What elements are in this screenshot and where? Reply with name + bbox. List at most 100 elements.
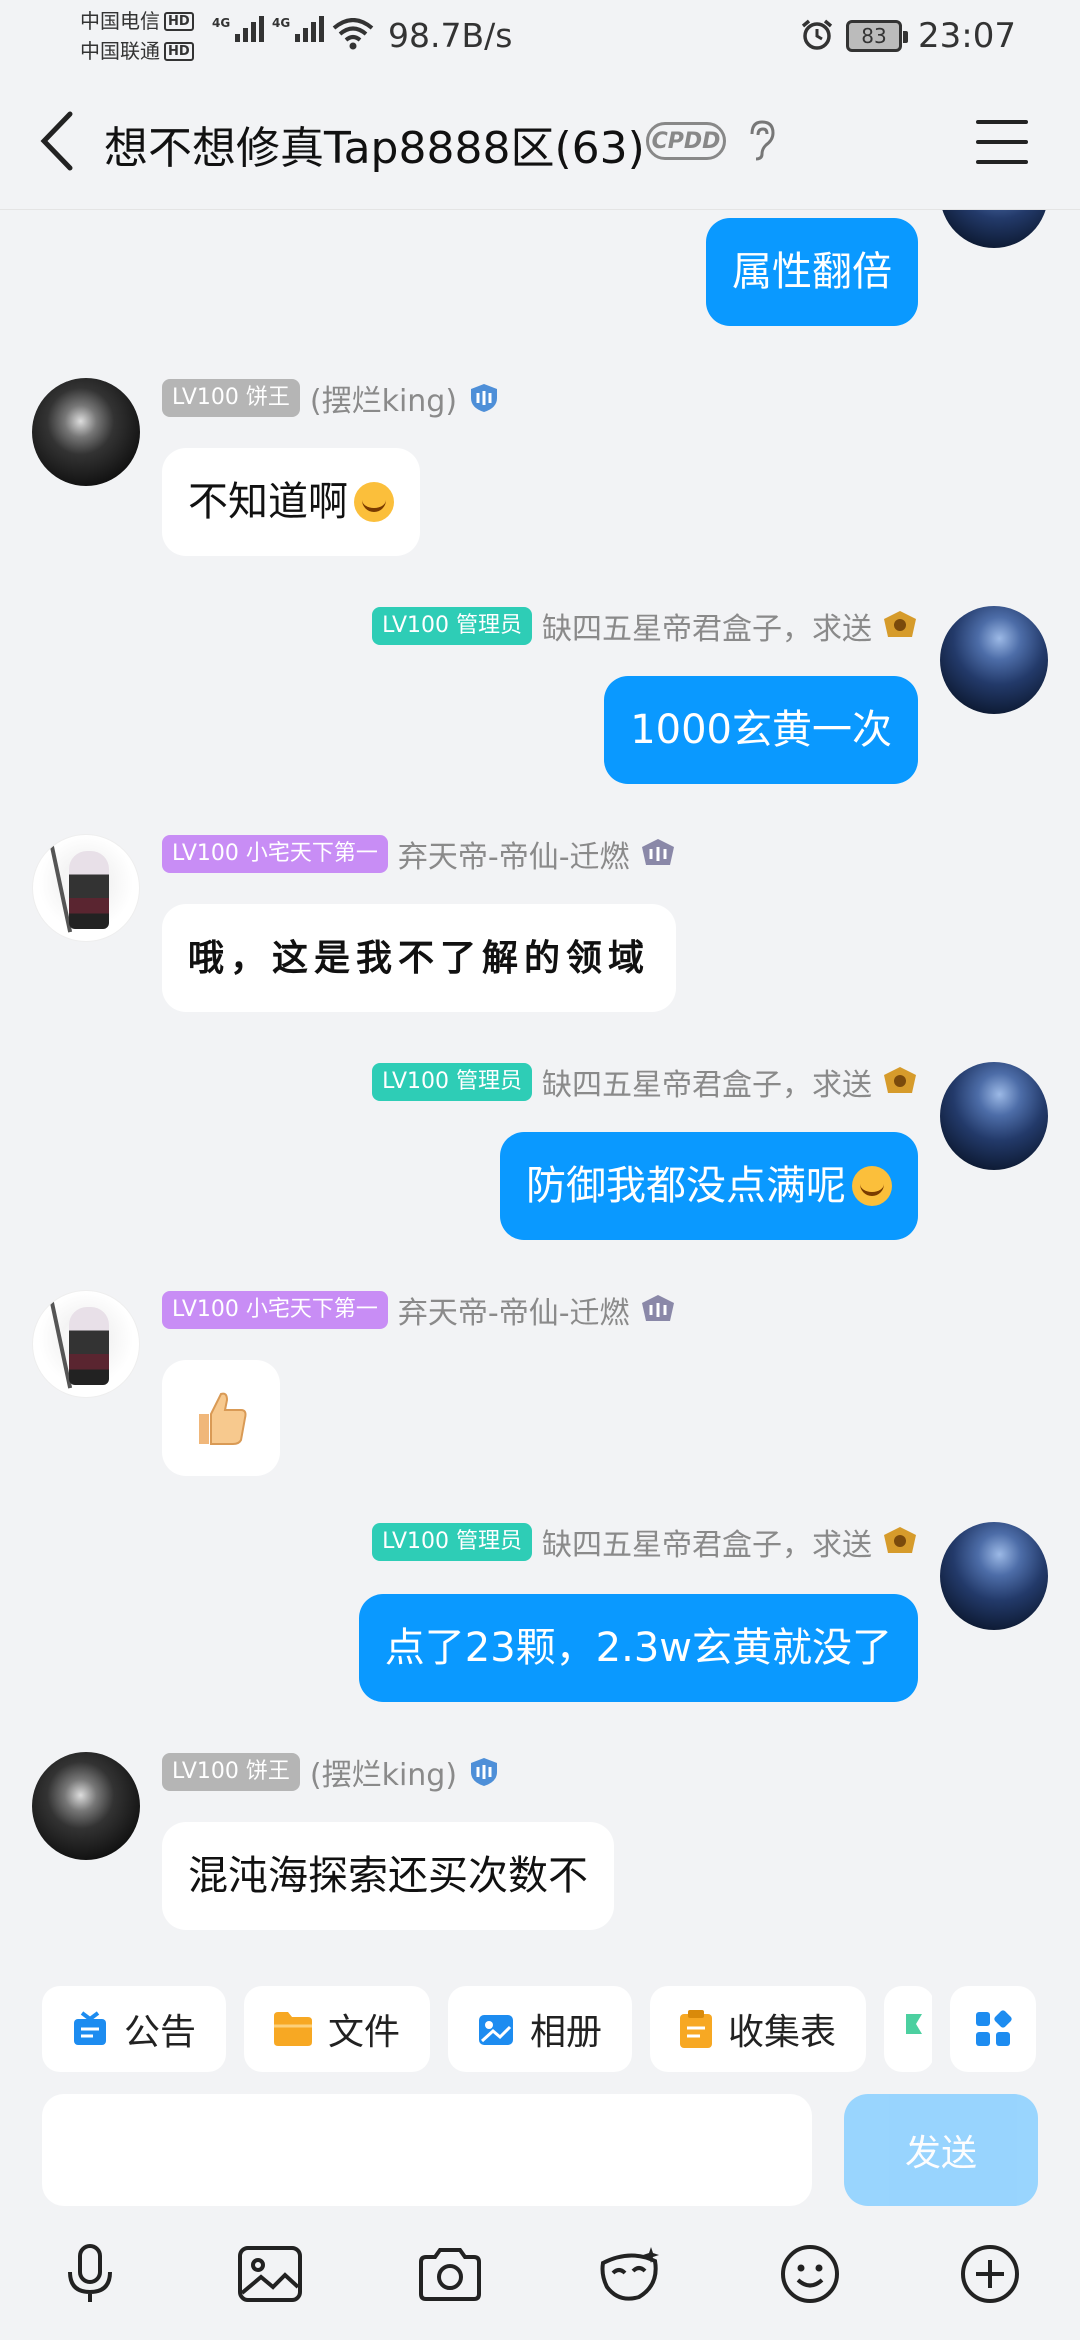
emoji-icon xyxy=(852,1166,892,1206)
hd-icon: HD xyxy=(164,41,194,61)
album-icon xyxy=(479,2015,514,2045)
sender-meta: LV100 饼王 (摆烂king) xyxy=(162,1750,501,1794)
message-bubble[interactable]: 不知道啊 xyxy=(162,448,420,556)
crown-icon xyxy=(641,1295,674,1321)
sender-meta: LV100 管理员 缺四五星帝君盒子，求送 xyxy=(372,1060,918,1104)
avatar[interactable] xyxy=(32,1752,140,1860)
more-chip[interactable] xyxy=(884,1986,932,2072)
status-bar: 中国电信 HD 中国联通 HD 4G 4G 98.7B/s 83 23:07 xyxy=(0,0,1080,72)
voice-button[interactable] xyxy=(54,2238,126,2310)
cpdd-badge: CPDD xyxy=(646,122,726,160)
camera-button[interactable] xyxy=(414,2238,486,2310)
sender-name[interactable]: (摆烂king) xyxy=(310,376,457,420)
send-button[interactable]: 发送 xyxy=(844,2094,1038,2206)
avatar[interactable] xyxy=(940,606,1048,714)
sender-meta: LV100 管理员 缺四五星帝君盒子，求送 xyxy=(372,1520,918,1564)
battery-level: 83 xyxy=(861,24,887,48)
sender-name[interactable]: 缺四五星帝君盒子，求送 xyxy=(542,1520,872,1564)
quick-actions: 公告 文件 相册 收集表 xyxy=(42,1986,932,2072)
crown-icon xyxy=(884,1527,916,1553)
announcement-button[interactable]: 公告 xyxy=(42,1986,227,2072)
chat-header: 想不想修真Tap8888区(63) CPDD xyxy=(0,72,1080,210)
more-button[interactable] xyxy=(954,2238,1026,2310)
chip-label: 相册 xyxy=(530,2012,603,2053)
signal-icon: 4G xyxy=(272,16,325,42)
shield-icon xyxy=(471,1758,498,1786)
sticker-button[interactable] xyxy=(594,2238,666,2310)
sender-name[interactable]: 缺四五星帝君盒子，求送 xyxy=(542,604,872,648)
ear-icon[interactable] xyxy=(744,118,778,162)
message-bubble[interactable]: 哦，这是我不了解的领域 xyxy=(162,904,677,1012)
message-bubble[interactable] xyxy=(162,1360,280,1476)
level-badge: LV100 小宅天下第一 xyxy=(162,1291,388,1329)
message-bubble[interactable]: 属性翻倍 xyxy=(706,218,918,326)
camera-icon xyxy=(419,2248,481,2301)
apps-button[interactable] xyxy=(950,1986,1036,2072)
crown-icon xyxy=(641,839,674,865)
carrier-2: 中国联通 xyxy=(80,39,160,63)
back-button[interactable] xyxy=(30,106,90,176)
avatar[interactable] xyxy=(940,210,1048,248)
album-button[interactable]: 相册 xyxy=(448,1986,633,2072)
avatar[interactable] xyxy=(32,834,140,942)
carrier-1: 中国电信 xyxy=(80,9,160,33)
message-input[interactable] xyxy=(42,2094,812,2206)
plus-circle-icon xyxy=(961,2245,1019,2303)
avatar[interactable] xyxy=(940,1062,1048,1170)
group-title[interactable]: 想不想修真Tap8888区(63) xyxy=(104,112,645,176)
clipboard-icon xyxy=(680,2010,713,2048)
menu-button[interactable] xyxy=(976,120,1028,164)
message-text: 哦，这是我不了解的领域 xyxy=(188,937,651,979)
sender-name[interactable]: 弃天帝-帝仙-迁燃 xyxy=(398,1288,630,1332)
crown-icon xyxy=(884,1067,916,1093)
message-bubble[interactable]: 防御我都没点满呢 xyxy=(500,1132,918,1240)
files-button[interactable]: 文件 xyxy=(244,1986,431,2072)
clock: 23:07 xyxy=(918,16,1016,56)
sender-name[interactable]: 弃天帝-帝仙-迁燃 xyxy=(398,832,630,876)
level-badge: LV100 小宅天下第一 xyxy=(162,835,388,873)
chip-label: 收集表 xyxy=(728,2012,837,2053)
sender-name[interactable]: (摆烂king) xyxy=(310,1750,457,1794)
emoji-icon xyxy=(354,482,394,522)
smiley-icon xyxy=(781,2245,839,2303)
sender-meta: LV100 饼王 (摆烂king) xyxy=(162,376,501,420)
signal-icon: 4G xyxy=(212,16,265,42)
avatar[interactable] xyxy=(32,378,140,486)
message-text: 不知道啊 xyxy=(188,479,348,525)
level-badge: LV100 管理员 xyxy=(372,1523,532,1561)
announcement-icon xyxy=(74,2011,106,2045)
input-toolbar: 公告 文件 相册 收集表 发送 xyxy=(0,1962,1080,2340)
message-bubble[interactable]: 混沌海探索还买次数不 xyxy=(162,1822,614,1930)
net-speed: 98.7B/s xyxy=(388,16,513,55)
message-bubble[interactable]: 点了23颗，2.3w玄黄就没了 xyxy=(358,1594,918,1702)
sender-meta: LV100 管理员 缺四五星帝君盒子，求送 xyxy=(372,604,918,648)
alarm-icon xyxy=(801,19,833,50)
avatar[interactable] xyxy=(32,1290,140,1398)
sender-name[interactable]: 缺四五星帝君盒子，求送 xyxy=(542,1060,872,1104)
message-text: 属性翻倍 xyxy=(732,249,892,295)
crown-icon xyxy=(884,611,916,637)
level-badge: LV100 饼王 xyxy=(162,1753,300,1791)
image-icon xyxy=(238,2246,302,2302)
mask-icon xyxy=(600,2247,659,2301)
sender-meta: LV100 小宅天下第一 弃天帝-帝仙-迁燃 xyxy=(162,832,676,876)
carrier-info: 中国电信 HD 中国联通 HD xyxy=(80,6,194,66)
message-bubble[interactable]: 1000玄黄一次 xyxy=(604,676,918,784)
chip-label: 公告 xyxy=(124,2012,197,2053)
emoji-button[interactable] xyxy=(774,2238,846,2310)
message-list[interactable]: 属性翻倍 LV100 饼王 (摆烂king) 不知道啊 LV100 管理员 缺四… xyxy=(0,210,1080,1962)
microphone-icon xyxy=(68,2244,112,2302)
message-text: 点了23颗，2.3w玄黄就没了 xyxy=(384,1625,892,1671)
wifi-icon xyxy=(332,18,374,50)
message-text: 1000玄黄一次 xyxy=(630,707,892,753)
form-button[interactable]: 收集表 xyxy=(650,1986,867,2072)
thumbs-up-icon xyxy=(199,1392,247,1445)
shield-icon xyxy=(471,384,498,412)
level-badge: LV100 饼王 xyxy=(162,379,300,417)
flag-icon xyxy=(906,2014,923,2034)
avatar[interactable] xyxy=(940,1522,1048,1630)
hd-icon: HD xyxy=(164,11,194,31)
image-button[interactable] xyxy=(234,2238,306,2310)
folder-icon xyxy=(274,2012,313,2046)
battery-icon: 83 xyxy=(846,20,908,52)
